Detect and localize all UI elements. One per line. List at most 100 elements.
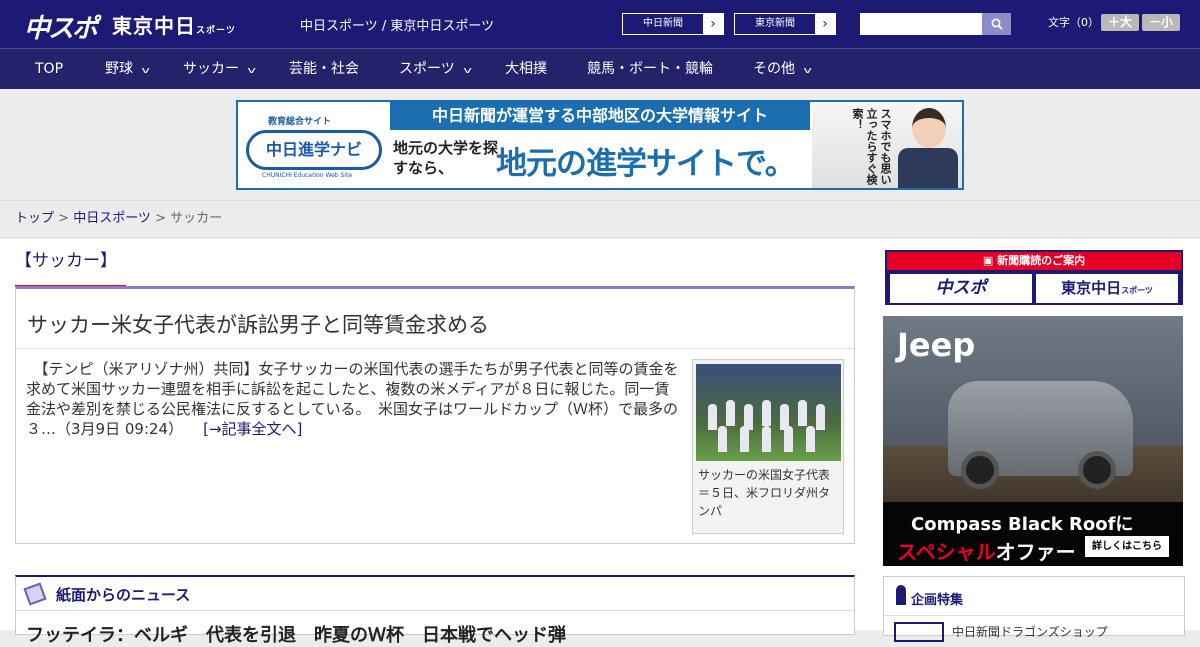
article-photo-box: サッカーの米国女子代表＝５日、米フロリダ州タンパ [692,359,844,534]
nav-item-label: 野球 [105,61,133,77]
article-divider [16,348,854,349]
feature-thumbnail[interactable] [894,622,944,642]
nav-item-label: 芸能・社会 [289,61,359,77]
banner-logo-en: CHUNICHI Education Web Site [262,172,353,179]
chevron-down-icon: v [247,66,256,76]
shingaku-navi-banner[interactable]: 教育総合サイト 中日進学ナビ CHUNICHI Education Web Si… [236,100,964,190]
tokyo-shimbun-button[interactable]: 東京新聞 › [734,13,836,35]
breadcrumb-home[interactable]: トップ [15,211,54,226]
nav-item-other[interactable]: その他 v [753,49,812,89]
tokyo-chunichi-logo[interactable]: 東京中日スポーツ [112,10,236,39]
banner-logo: 中日進学ナビ [246,130,382,170]
subscription-box: ▣ 新聞購読のご案内 中スポ 東京中日スポーツ [885,250,1183,305]
chevron-right-icon: › [703,14,723,34]
ad-line2-white: オファー [995,540,1076,564]
banner-headline: 中日新聞が運営する中部地区の大学情報サイト [390,102,810,130]
breadcrumb-current: サッカー [170,211,223,226]
breadcrumb-parent[interactable]: 中日スポーツ [73,211,151,226]
subscription-heading-text: 新聞購読のご案内 [997,254,1086,267]
jeep-ad[interactable]: Jeep Compass Black Roofに スペシャルオファー 詳しくはこ… [883,316,1183,566]
ad-wheel [1078,451,1116,489]
subscribe-chuspo-button[interactable]: 中スポ [890,274,1032,303]
feature-link[interactable]: 中日新聞ドラゴンズショップ [952,623,1108,640]
subscription-heading: ▣ 新聞購読のご案内 [887,252,1181,270]
site-header: 中スポ 東京中日スポーツ 中日スポーツ / 東京中日スポーツ 中日新聞 › 東京新… [0,0,1200,48]
chevron-down-icon: v [141,66,150,76]
ad-cta-button[interactable]: 詳しくはこちら [1085,536,1169,557]
news-headline[interactable]: フッテイラ：ベルギ 代表を引退 昨夏のＷ杯 日本戦でヘッド弾 [26,621,566,647]
article-card: サッカー米女子代表が訴訟男子と同等賃金求める 【テンピ（米アリゾナ州）共同】女子… [15,286,855,544]
article-more-link[interactable]: [→記事全文へ] [203,420,302,438]
special-features-box: 企画特集 中日新聞ドラゴンズショップ [883,576,1185,642]
nav-item-soccer[interactable]: サッカー v [183,49,256,89]
nav-item-sumo[interactable]: 大相撲 [505,49,547,89]
breadcrumb-sep: > [150,211,171,226]
section-title: 【サッカー】 [15,248,126,288]
search-button[interactable] [982,13,1011,35]
player-figure [816,404,825,430]
search-icon [991,18,1003,30]
main-nav: TOP 野球 v サッカー v 芸能・社会 スポーツ v 大相撲 競馬・ボート・競輪 … [0,48,1200,89]
site-links[interactable]: 中日スポーツ / 東京中日スポーツ [300,15,494,34]
font-size-label: 文字（0） [1048,16,1099,29]
banner-site-tag: 教育総合サイト [268,117,332,127]
chunichi-shimbun-button[interactable]: 中日新聞 › [622,13,724,35]
ad-caption-bar: Compass Black Roofに スペシャルオファー 詳しくはこちら [883,502,1183,566]
chuspo-logo[interactable]: 中スポ [24,8,98,45]
divider [884,615,1184,616]
nav-item-label: サッカー [183,61,239,77]
photo-caption: サッカーの米国女子代表＝５日、米フロリダ州タンパ [698,468,831,518]
font-smaller-button[interactable]: －小 [1142,14,1180,31]
banner-vertical-text: スマホでも思い立ったらすぐ検索！ [851,108,892,185]
nav-item-sports[interactable]: スポーツ v [399,49,472,89]
nav-item-label: 競馬・ボート・競輪 [587,61,713,77]
nav-item-label: スポーツ [399,61,455,77]
chevron-down-icon: v [803,66,812,76]
ad-wheel [961,451,999,489]
banner-model-face [912,108,946,148]
player-figure [762,426,771,452]
news-heading: 紙面からのニュース [56,586,191,604]
team-photo[interactable] [696,364,841,461]
banner-big-text: 地元の進学サイトで。 [496,146,796,182]
player-figure [740,426,749,452]
player-figure [762,400,771,426]
ribbon-icon [896,585,906,605]
subscribe-tokyo-button[interactable]: 東京中日スポーツ [1036,274,1178,303]
search-input[interactable] [860,13,982,35]
breadcrumb-sep: > [54,211,74,226]
ad-line1: Compass Black Roofに [911,514,1134,535]
subscribe-tokyo-label: 東京中日 [1061,279,1122,297]
chevron-right-icon: › [815,14,835,34]
player-figure [806,426,815,452]
banner-model-photo: スマホでも思い立ったらすぐ検索！ [812,102,962,188]
nav-item-entertainment[interactable]: 芸能・社会 [289,49,359,89]
subscribe-tokyo-suffix: スポーツ [1121,286,1153,295]
special-features-heading: 企画特集 [911,593,964,608]
chevron-down-icon: v [463,66,472,76]
tokyo-chunichi-logo-suffix: スポーツ [196,26,236,36]
nav-item-label: TOP [35,61,64,77]
banner-sub: 地元の大学を探すなら、 [393,139,499,177]
font-larger-button[interactable]: ＋大 [1101,14,1139,31]
ad-line2: スペシャルオファー [897,536,1076,565]
breadcrumb: トップ > 中日スポーツ > サッカー [0,200,1200,238]
player-figure [798,400,807,426]
chunichi-shimbun-label: 中日新聞 [643,18,683,29]
jeep-logo: Jeep [897,326,976,364]
newspaper-icon [23,582,47,606]
banner-logo-area: 教育総合サイト 中日進学ナビ CHUNICHI Education Web Si… [238,102,390,188]
nav-item-top[interactable]: TOP [35,49,63,89]
tokyo-shimbun-label: 東京新聞 [755,18,795,29]
nav-item-baseball[interactable]: 野球 v [105,49,150,89]
newspaper-news-section: 紙面からのニュース フッテイラ：ベルギ 代表を引退 昨夏のＷ杯 日本戦でヘッド弾 [15,575,855,646]
article-title[interactable]: サッカー米女子代表が訴訟男子と同等賃金求める [27,309,489,339]
player-figure [718,426,727,452]
player-figure [708,404,717,430]
nav-item-racing[interactable]: 競馬・ボート・競輪 [587,49,713,89]
nav-item-label: その他 [753,61,795,77]
banner-model-body [898,148,958,188]
player-figure [726,400,735,426]
tokyo-chunichi-logo-text: 東京中日 [112,14,196,38]
player-figure [784,426,793,452]
